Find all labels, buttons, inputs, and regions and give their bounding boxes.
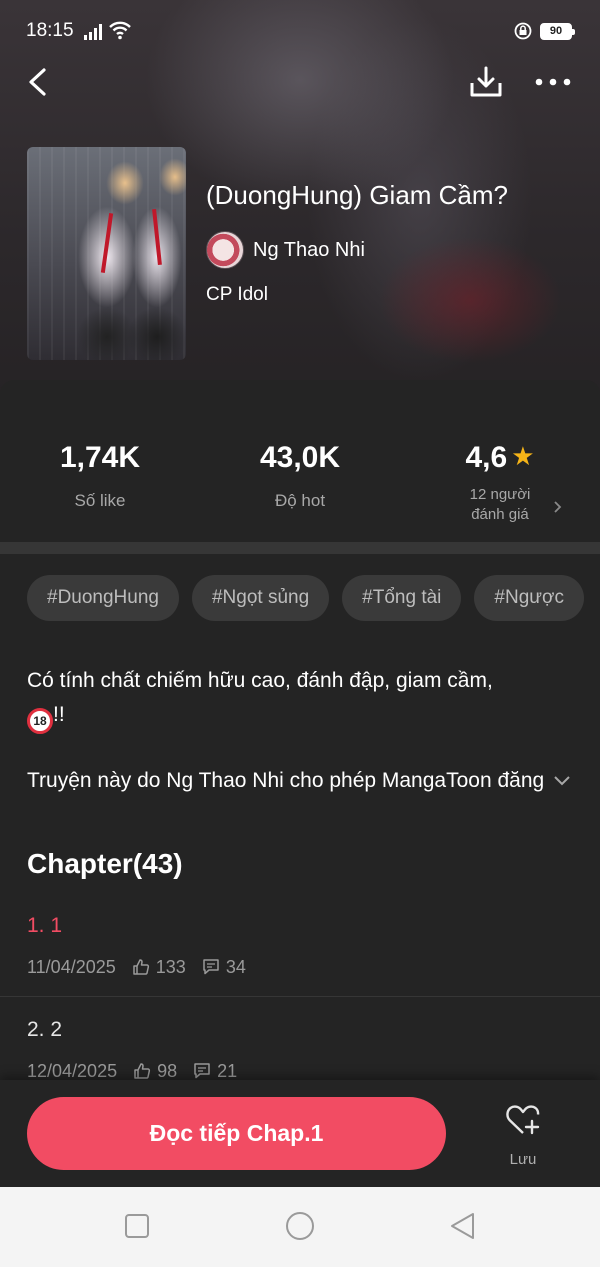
tag-list: #DuongHung #Ngọt sủng #Tổng tài #Ngược [27, 575, 597, 621]
back-icon[interactable] [22, 64, 56, 100]
battery-indicator: 90 [540, 23, 575, 40]
recents-icon[interactable] [121, 1210, 153, 1242]
author-name[interactable]: Ng Thao Nhi [253, 239, 365, 262]
stat-hot: 43,0K Độ hot [200, 441, 400, 511]
back-nav-icon[interactable] [447, 1210, 479, 1242]
heart-add-icon[interactable] [505, 1103, 541, 1137]
signal-icon [84, 24, 102, 40]
stat-likes: 1,74K Số like [0, 441, 200, 511]
permission-text: Truyện này do Ng Thao Nhi cho phép Manga… [27, 769, 547, 792]
likes-label: Số like [74, 491, 126, 510]
star-icon: ★ [511, 441, 535, 471]
continue-reading-button[interactable]: Đọc tiếp Chap.1 [27, 1097, 446, 1170]
comic-title: (DuongHung) Giam Cầm? [206, 180, 509, 210]
hot-label: Độ hot [274, 491, 326, 510]
section-divider [0, 542, 600, 554]
description-suffix: !! [53, 703, 65, 726]
chapter-heading: Chapter(43) [27, 848, 183, 879]
comment-icon [203, 959, 219, 975]
cover-image [27, 147, 186, 360]
tag-chip[interactable]: #Tổng tài [342, 575, 462, 621]
row-divider [0, 996, 600, 997]
status-time: 18:15 [26, 20, 74, 41]
thumbs-up-icon [133, 959, 149, 975]
description: Có tính chất chiếm hữu cao, đánh đập, gi… [27, 664, 567, 734]
comment-icon [194, 1063, 210, 1079]
chapter-likes: 133 [155, 956, 186, 977]
rating-count-label: 12 người [469, 486, 531, 503]
rating-sub-label: đánh giá [471, 506, 529, 523]
category-label[interactable]: CP Idol [206, 284, 268, 306]
chapter-comments: 34 [225, 956, 246, 977]
author-avatar[interactable] [206, 231, 244, 269]
status-bar: 18:15 90 [0, 0, 600, 62]
hot-value: 43,0K [259, 441, 341, 474]
download-icon[interactable] [468, 64, 504, 100]
age-18-badge: 18 [27, 708, 53, 734]
chapter-date: 12/04/2025 [27, 1060, 118, 1081]
screen-lock-icon [514, 22, 532, 40]
thumbs-up-icon [134, 1063, 151, 1079]
chapter-meta: 11/04/2025 133 34 [27, 956, 246, 978]
likes-value: 1,74K [59, 441, 141, 474]
stat-rating[interactable]: 4,6 ★ 12 người đánh giá [400, 441, 600, 525]
chapter-date: 11/04/2025 [27, 956, 116, 977]
tag-chip[interactable]: #DuongHung [27, 575, 179, 621]
chapter-title: 2. 2 [27, 1018, 63, 1041]
tag-chip[interactable]: #Ngọt sủng [191, 575, 330, 621]
chevron-right-icon[interactable] [552, 497, 564, 517]
save-label[interactable]: Lưu [490, 1151, 556, 1168]
home-icon[interactable] [284, 1210, 316, 1242]
chapter-title: 1. 1 [27, 914, 63, 937]
tag-chip[interactable]: #Ngược [474, 575, 584, 621]
chapter-row[interactable]: 1. 1 11/04/2025 133 34 [0, 914, 600, 1014]
chapter-meta: 12/04/2025 98 21 [27, 1060, 237, 1082]
more-options-icon[interactable] [534, 68, 572, 96]
chapter-comments: 21 [217, 1060, 238, 1081]
rating-value: 4,6 [465, 441, 508, 474]
chevron-down-icon[interactable] [552, 773, 572, 789]
wifi-icon [109, 21, 131, 40]
description-text: Có tính chất chiếm hữu cao, đánh đập, gi… [27, 669, 493, 692]
chapter-likes: 98 [157, 1060, 178, 1081]
